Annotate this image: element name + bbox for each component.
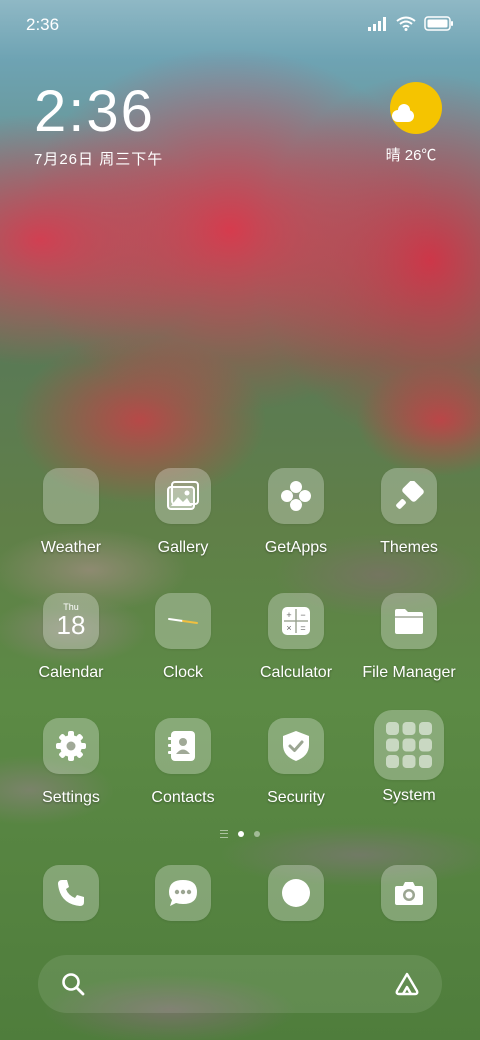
feed-page-icon[interactable] bbox=[220, 830, 228, 838]
app-gallery[interactable]: Gallery bbox=[128, 468, 238, 557]
svg-text:−: − bbox=[300, 610, 305, 620]
calculator-icon: + − × = bbox=[268, 593, 324, 649]
phone-icon bbox=[43, 865, 99, 921]
gallery-icon bbox=[155, 468, 211, 524]
app-label: Security bbox=[267, 789, 325, 806]
app-label: File Manager bbox=[362, 664, 456, 681]
calendar-icon: Thu 18 bbox=[43, 593, 99, 649]
search-icon[interactable] bbox=[60, 971, 86, 1002]
app-file-manager[interactable]: File Manager bbox=[354, 593, 464, 682]
themes-brush-icon bbox=[381, 468, 437, 524]
contacts-icon bbox=[155, 718, 211, 774]
dock-browser[interactable] bbox=[241, 865, 351, 921]
app-label: Clock bbox=[162, 664, 203, 681]
messages-icon bbox=[155, 865, 211, 921]
browser-icon bbox=[268, 865, 324, 921]
page-dot-active[interactable] bbox=[238, 831, 244, 837]
svg-text:×: × bbox=[286, 623, 291, 633]
assistant-icon[interactable] bbox=[394, 971, 420, 1002]
app-calculator[interactable]: + − × = Calculator bbox=[241, 593, 351, 682]
camera-icon bbox=[381, 865, 437, 921]
folder-icon bbox=[381, 593, 437, 649]
app-security[interactable]: Security bbox=[241, 718, 351, 807]
app-label: Themes bbox=[380, 539, 438, 556]
clock-icon bbox=[155, 593, 211, 649]
weather-text: 晴 26℃ bbox=[385, 147, 437, 164]
app-label: Settings bbox=[42, 789, 100, 806]
app-system-folder[interactable]: System bbox=[354, 710, 464, 805]
wifi-icon bbox=[396, 16, 416, 36]
dock-messages[interactable] bbox=[128, 865, 238, 921]
page-dot[interactable] bbox=[254, 831, 260, 837]
gear-icon bbox=[43, 718, 99, 774]
status-icons bbox=[368, 16, 454, 36]
clock-widget[interactable]: 2:36 7月26日 周三下午 bbox=[34, 80, 163, 169]
app-label: Gallery bbox=[157, 539, 209, 556]
app-label: Weather bbox=[40, 539, 102, 556]
app-clock[interactable]: Clock bbox=[128, 593, 238, 682]
page-indicator[interactable] bbox=[0, 830, 480, 838]
app-calendar[interactable]: Thu 18 Calendar bbox=[16, 593, 126, 682]
getapps-icon bbox=[268, 468, 324, 524]
weather-app-icon bbox=[43, 468, 99, 524]
app-label: GetApps bbox=[264, 539, 328, 556]
app-contacts[interactable]: Contacts bbox=[128, 718, 238, 807]
app-label: Calendar bbox=[38, 664, 104, 681]
dock-phone[interactable] bbox=[16, 865, 126, 921]
app-label: System bbox=[382, 787, 436, 804]
svg-text:=: = bbox=[300, 623, 305, 633]
battery-icon bbox=[424, 16, 454, 36]
app-label: Calculator bbox=[259, 664, 333, 681]
search-bar[interactable] bbox=[38, 955, 442, 1013]
shield-icon bbox=[268, 718, 324, 774]
calendar-icon-day: 18 bbox=[56, 610, 86, 640]
clock-widget-time: 2:36 bbox=[34, 79, 155, 144]
sunny-weather-icon bbox=[390, 82, 442, 134]
app-label: Contacts bbox=[151, 789, 215, 806]
clock-widget-date: 7月26日 周三下午 bbox=[34, 151, 164, 168]
status-time: 2:36 bbox=[26, 15, 60, 34]
app-settings[interactable]: Settings bbox=[16, 718, 126, 807]
weather-widget[interactable]: 晴 26℃ bbox=[386, 82, 446, 165]
app-themes[interactable]: Themes bbox=[354, 468, 464, 557]
app-weather[interactable]: Weather bbox=[16, 468, 126, 557]
folder-grid-icon bbox=[374, 710, 444, 780]
app-getapps[interactable]: GetApps bbox=[241, 468, 351, 557]
dock-camera[interactable] bbox=[354, 865, 464, 921]
signal-icon bbox=[368, 16, 388, 36]
status-bar: 2:36 bbox=[0, 0, 480, 50]
svg-text:+: + bbox=[286, 610, 291, 620]
